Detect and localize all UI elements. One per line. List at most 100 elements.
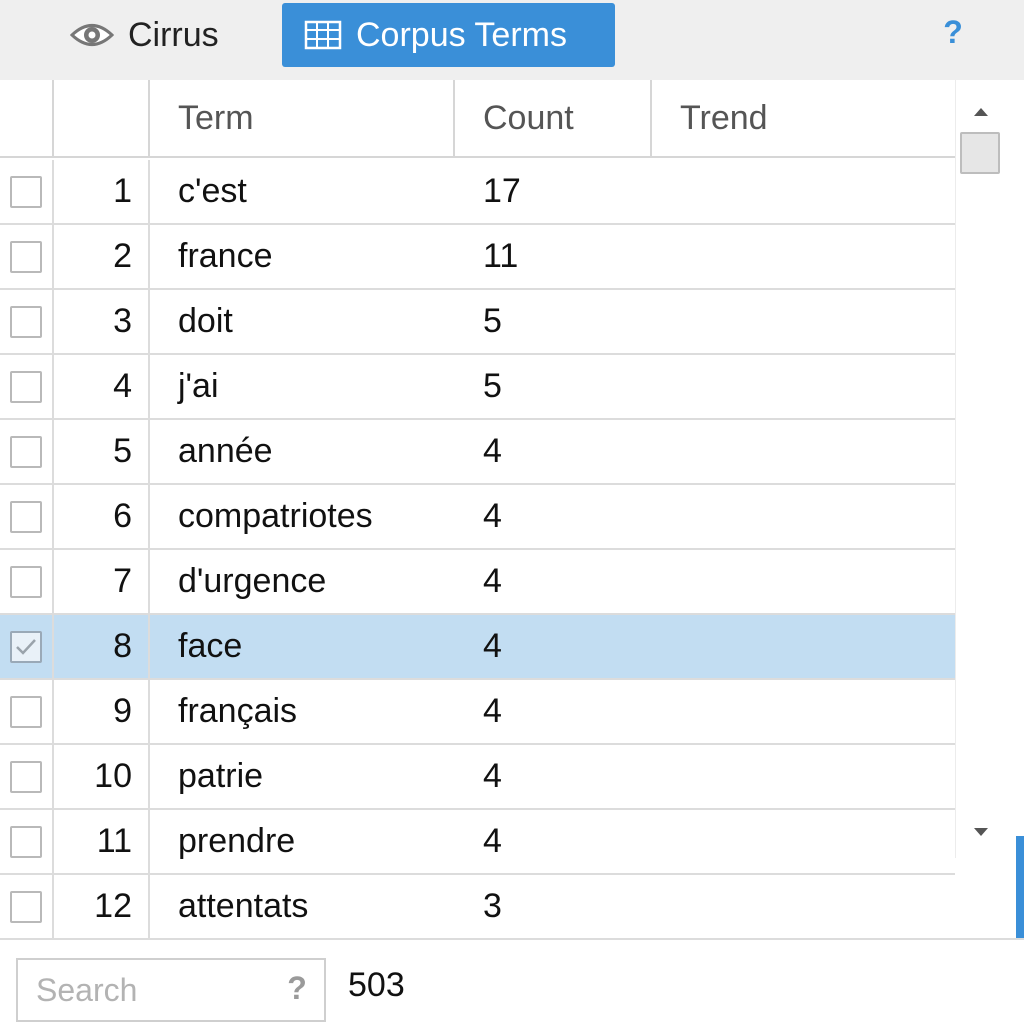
header-term[interactable]: Term: [150, 80, 455, 156]
header-select-column[interactable]: [0, 80, 54, 156]
tab-cirrus-label: Cirrus: [128, 15, 219, 54]
count-cell: 4: [483, 562, 502, 600]
row-checkbox[interactable]: [10, 825, 42, 858]
search-help-icon[interactable]: ?: [280, 970, 314, 1014]
grid-footer: ? 503: [0, 938, 1024, 1024]
check-icon: [16, 638, 36, 655]
row-checkbox[interactable]: [10, 760, 42, 793]
row-number: 7: [54, 550, 150, 613]
trend-cell: [652, 615, 955, 678]
count-cell: 3: [483, 887, 502, 925]
row-number: 4: [54, 355, 150, 418]
scroll-down-arrow-icon[interactable]: [956, 812, 1005, 852]
row-select-cell[interactable]: [0, 420, 54, 483]
row-checkbox[interactable]: [10, 240, 42, 273]
vertical-scrollbar[interactable]: [955, 80, 1004, 858]
count-cell: 5: [483, 367, 502, 405]
row-number: 11: [54, 810, 150, 873]
count-cell: 5: [483, 302, 502, 340]
table-row[interactable]: 8 face 4: [0, 615, 955, 680]
grid-header: Term Count Trend: [0, 80, 1004, 158]
row-select-cell[interactable]: [0, 615, 54, 678]
count-cell: 11: [483, 237, 519, 275]
row-select-cell[interactable]: [0, 485, 54, 548]
grid-body: 1 c'est 17 2 france 11 3 doit 5 4 j'ai 5 5 année 4 6 com…: [0, 160, 955, 938]
row-select-cell[interactable]: [0, 680, 54, 743]
term-cell: compatriotes: [178, 497, 373, 535]
row-number: 2: [54, 225, 150, 288]
tab-bar: Cirrus Corpus Terms ?: [0, 0, 1024, 80]
row-select-cell[interactable]: [0, 290, 54, 353]
trend-cell: [652, 420, 955, 483]
row-checkbox[interactable]: [10, 370, 42, 403]
row-checkbox[interactable]: [10, 305, 42, 338]
header-trend[interactable]: Trend: [652, 80, 1004, 156]
row-select-cell[interactable]: [0, 355, 54, 418]
table-row[interactable]: 5 année 4: [0, 420, 955, 485]
row-checkbox[interactable]: [10, 500, 42, 533]
row-select-cell[interactable]: [0, 810, 54, 873]
term-cell: français: [178, 692, 298, 730]
table-row[interactable]: 6 compatriotes 4: [0, 485, 955, 550]
term-cell: j'ai: [178, 367, 219, 405]
trend-cell: [652, 810, 955, 873]
table-row[interactable]: 11 prendre 4: [0, 810, 955, 875]
table-row[interactable]: 2 france 11: [0, 225, 955, 290]
scroll-up-arrow-icon[interactable]: [956, 92, 1005, 132]
trend-cell: [652, 160, 955, 223]
table-row[interactable]: 7 d'urgence 4: [0, 550, 955, 615]
trend-cell: [652, 485, 955, 548]
row-number: 5: [54, 420, 150, 483]
count-cell: 17: [483, 172, 521, 210]
term-cell: patrie: [178, 757, 264, 795]
row-number: 1: [54, 160, 150, 223]
tab-cirrus[interactable]: Cirrus: [70, 3, 270, 67]
count-cell: 4: [483, 432, 502, 470]
term-cell: france: [178, 237, 273, 275]
count-cell: 4: [483, 757, 502, 795]
corpus-terms-grid: Term Count Trend 1 c'est 17 2 france 11 3 doit 5…: [0, 80, 1004, 938]
row-checkbox[interactable]: [10, 890, 42, 923]
tab-corpus-terms[interactable]: Corpus Terms: [282, 3, 615, 67]
term-cell: doit: [178, 302, 233, 340]
eye-icon: [70, 20, 114, 50]
term-cell: c'est: [178, 172, 247, 210]
term-cell: année: [178, 432, 273, 470]
count-cell: 4: [483, 822, 502, 860]
row-select-cell[interactable]: [0, 225, 54, 288]
row-select-cell[interactable]: [0, 745, 54, 808]
trend-cell: [652, 355, 955, 418]
row-select-cell[interactable]: [0, 160, 54, 223]
trend-cell: [652, 745, 955, 808]
row-select-cell[interactable]: [0, 550, 54, 613]
count-cell: 4: [483, 497, 502, 535]
row-checkbox[interactable]: [10, 435, 42, 468]
tab-corpus-terms-label: Corpus Terms: [356, 15, 567, 54]
row-checkbox[interactable]: [10, 630, 42, 663]
row-number: 12: [54, 875, 150, 938]
count-cell: 4: [483, 692, 502, 730]
trend-cell: [652, 680, 955, 743]
row-select-cell[interactable]: [0, 875, 54, 938]
table-row[interactable]: 12 attentats 3: [0, 875, 955, 938]
table-row[interactable]: 10 patrie 4: [0, 745, 955, 810]
panel-edge-accent: [1016, 836, 1024, 940]
trend-cell: [652, 875, 955, 938]
help-button[interactable]: ?: [938, 14, 968, 54]
header-count[interactable]: Count: [455, 80, 652, 156]
table-row[interactable]: 3 doit 5: [0, 290, 955, 355]
trend-cell: [652, 225, 955, 288]
row-number: 9: [54, 680, 150, 743]
grid-icon: [304, 20, 342, 50]
scrollbar-thumb[interactable]: [960, 132, 1000, 174]
table-row[interactable]: 4 j'ai 5: [0, 355, 955, 420]
term-cell: d'urgence: [178, 562, 327, 600]
term-cell: prendre: [178, 822, 296, 860]
table-row[interactable]: 1 c'est 17: [0, 160, 955, 225]
row-checkbox[interactable]: [10, 175, 42, 208]
table-row[interactable]: 9 français 4: [0, 680, 955, 745]
row-checkbox[interactable]: [10, 565, 42, 598]
row-checkbox[interactable]: [10, 695, 42, 728]
row-number: 8: [54, 615, 150, 678]
row-number: 3: [54, 290, 150, 353]
